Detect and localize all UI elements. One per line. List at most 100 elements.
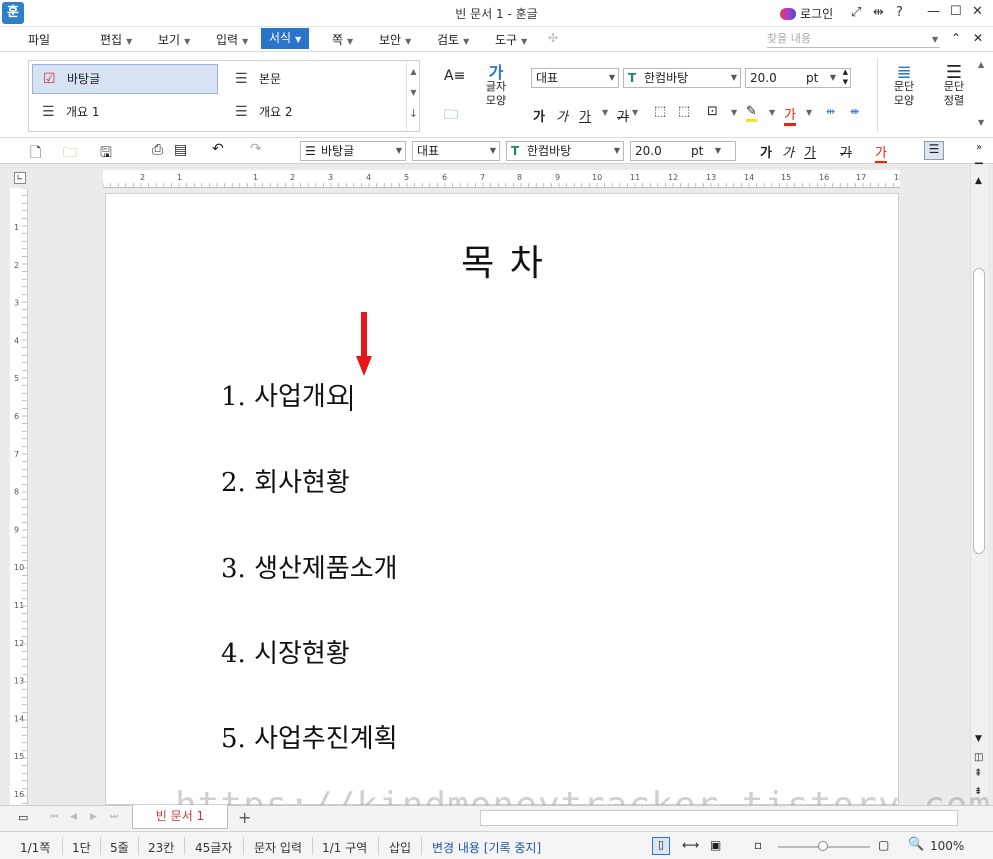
align-justify-icon[interactable]: ☰ [924, 141, 944, 160]
scroll-down-icon[interactable]: ▼ [975, 734, 982, 744]
font-lang-select-2[interactable]: 대표 ▼ [412, 141, 500, 161]
style-select[interactable]: ☰ 바탕글 ▼ [300, 141, 406, 161]
puzzle-icon[interactable]: ✣ [548, 31, 558, 45]
split-icon[interactable]: ⇹ [873, 5, 884, 20]
para-align-button[interactable]: ☰ 문단 정렬 [936, 64, 972, 108]
scroll-top-icon[interactable]: ▔ [975, 164, 983, 175]
vertical-ruler[interactable]: 1 2 3 4 5 6 7 8 9 10 11 12 13 14 15 16 [10, 187, 28, 805]
close-doc-icon[interactable]: ✕ [973, 31, 983, 45]
menu-file[interactable]: 파일 [28, 31, 50, 48]
tab-document-1[interactable]: 빈 문서 1 [132, 805, 228, 829]
menu-edit[interactable]: 편집 ▼ [100, 31, 132, 48]
scroll-up-icon[interactable]: ▲ [975, 176, 982, 186]
menu-view[interactable]: 보기 ▼ [158, 31, 190, 48]
style-item-bonmun[interactable]: ☰ 본문 [225, 64, 405, 94]
underline-button-2[interactable]: 가 [804, 142, 816, 161]
page-view-icon[interactable]: ◫ [974, 752, 983, 763]
style-item-outline1[interactable]: ☰ 개요 1 [32, 97, 218, 127]
login-button[interactable]: 로그인 [780, 5, 833, 22]
add-style-icon[interactable]: A≡ [444, 68, 465, 84]
document-page[interactable]: 목 차 1. 사업개요 2. 회사현황 3. 생산제품소개 4. 시장현황 5.… [105, 193, 899, 805]
toc-item-1[interactable]: 1. 사업개요 [221, 376, 352, 413]
zoom-out-icon[interactable]: ▫ [754, 838, 762, 852]
font-name-select[interactable]: T 한컴바탕 ▼ [623, 68, 741, 88]
char-spacing-narrow-icon[interactable]: ⇼ [850, 105, 859, 118]
italic-button-2[interactable]: 가 [782, 142, 794, 161]
save-icon[interactable]: 🖫 [100, 142, 112, 166]
menu-review[interactable]: 검토 ▼ [437, 31, 469, 48]
page-layout-icon[interactable]: ▯ [652, 837, 670, 855]
style-scroll[interactable]: ▲ ▼ ↓ [406, 61, 420, 131]
zoom-in-icon[interactable]: ▢ [878, 838, 889, 852]
font-name-select-2[interactable]: T 한컴바탕 ▼ [506, 141, 624, 161]
preview-icon[interactable]: ▤ [174, 142, 187, 158]
close-icon[interactable]: ✕ [972, 4, 983, 19]
status-input-mode[interactable]: 문자 입력 [254, 839, 302, 856]
style-item-outline2[interactable]: ☰ 개요 2 [225, 97, 405, 127]
outline-char-icon[interactable]: ⬚ [654, 104, 666, 119]
expand-icon[interactable]: ↓ [407, 107, 420, 120]
menu-format[interactable]: 서식 ▼ [261, 28, 310, 49]
font-color-button-2[interactable]: 가 [875, 142, 887, 163]
scroll-down-icon[interactable]: ▼ [407, 88, 420, 97]
print-icon[interactable]: ⎙ [152, 142, 163, 158]
open-style-icon[interactable]: 🗀 [444, 104, 458, 128]
ruler-corner-icon[interactable]: ∟ [14, 172, 26, 184]
zoom-search-icon[interactable]: 🔍 [908, 837, 924, 852]
redo-icon[interactable]: ↷ [250, 141, 262, 157]
strike-button-2[interactable]: 가 [840, 142, 852, 161]
status-insert[interactable]: 삽입 [389, 839, 411, 856]
font-lang-select[interactable]: 대표 ▼ [531, 68, 619, 88]
chevron-down-icon[interactable]: ▼ [731, 108, 737, 117]
bold-button[interactable]: 가 [533, 106, 545, 125]
ribbon-scroll-down-icon[interactable]: ▼ [978, 118, 984, 127]
fit-width-icon[interactable]: ⟷ [682, 838, 699, 852]
prev-tab-icon[interactable]: ◀ [70, 812, 77, 822]
zoom-slider-thumb[interactable] [818, 841, 828, 851]
open-folder-icon[interactable]: 🗀 [63, 142, 77, 166]
prev-page-icon[interactable]: ⇞ [974, 768, 982, 779]
menu-tools[interactable]: 도구 ▼ [495, 31, 527, 48]
minimize-icon[interactable]: — [927, 4, 940, 19]
shadow-char-icon[interactable]: ⬚ [678, 104, 690, 119]
last-tab-icon[interactable]: ⏭ [110, 812, 118, 822]
size-spinner-icon[interactable]: ▲ ▼ [843, 67, 848, 87]
new-doc-icon[interactable]: 🗋 [30, 142, 41, 166]
font-size-input-2[interactable]: 20.0 pt ▼ [630, 141, 736, 161]
search-dropdown-icon[interactable]: ▼ [932, 35, 938, 44]
chevron-down-icon[interactable]: ▼ [806, 108, 812, 117]
add-tab-button[interactable]: + [238, 808, 251, 827]
toc-item-4[interactable]: 4. 시장현황 [221, 633, 350, 670]
toc-item-3[interactable]: 3. 생산제품소개 [221, 548, 398, 585]
chevron-down-icon[interactable]: ▼ [632, 108, 638, 117]
menu-page[interactable]: 쪽 ▼ [332, 31, 353, 48]
font-color-button[interactable]: 가 [784, 104, 796, 126]
chevron-down-icon[interactable]: ▼ [602, 108, 608, 117]
status-zoom[interactable]: 100% [930, 839, 964, 853]
char-shape-button[interactable]: 가 글자 모양 [480, 65, 512, 108]
char-spacing-wide-icon[interactable]: ⇹ [826, 105, 835, 118]
highlight-icon[interactable]: ✎ [746, 104, 757, 122]
status-track-changes[interactable]: 변경 내용 [기록 중지] [432, 839, 541, 856]
ribbon-scroll-up-icon[interactable]: ▲ [978, 60, 984, 69]
para-shape-button[interactable]: ≣ 문단 모양 [886, 64, 922, 108]
char-border-icon[interactable]: ⊡ [707, 104, 718, 119]
toc-item-2[interactable]: 2. 회사현황 [221, 462, 350, 499]
font-size-input[interactable]: 20.0 pt ▼ ▲ ▼ [745, 68, 851, 88]
undo-icon[interactable]: ↶ [212, 141, 224, 157]
toolbar-more-icon[interactable]: » [976, 142, 982, 153]
tab-list-icon[interactable]: ▭ [18, 811, 28, 824]
menu-security[interactable]: 보안 ▼ [379, 31, 411, 48]
help-icon[interactable]: ? [896, 5, 903, 20]
scroll-up-icon[interactable]: ▲ [407, 67, 420, 76]
fullscreen-icon[interactable]: ⤢ [851, 5, 861, 20]
chevron-down-icon[interactable]: ▼ [769, 108, 775, 117]
scrollbar-thumb[interactable] [973, 268, 985, 554]
menu-insert[interactable]: 입력 ▼ [216, 31, 248, 48]
horizontal-ruler[interactable]: 21123456789101112131415161718 [102, 170, 904, 188]
search-input[interactable]: 찾을 내용 [767, 30, 940, 48]
style-item-batanggeul[interactable]: ☑ 바탕글 [32, 64, 218, 94]
status-page[interactable]: 1/1쪽 [20, 839, 50, 856]
collapse-ribbon-icon[interactable]: ⌃ [951, 31, 961, 45]
horizontal-scrollbar[interactable] [480, 810, 958, 826]
